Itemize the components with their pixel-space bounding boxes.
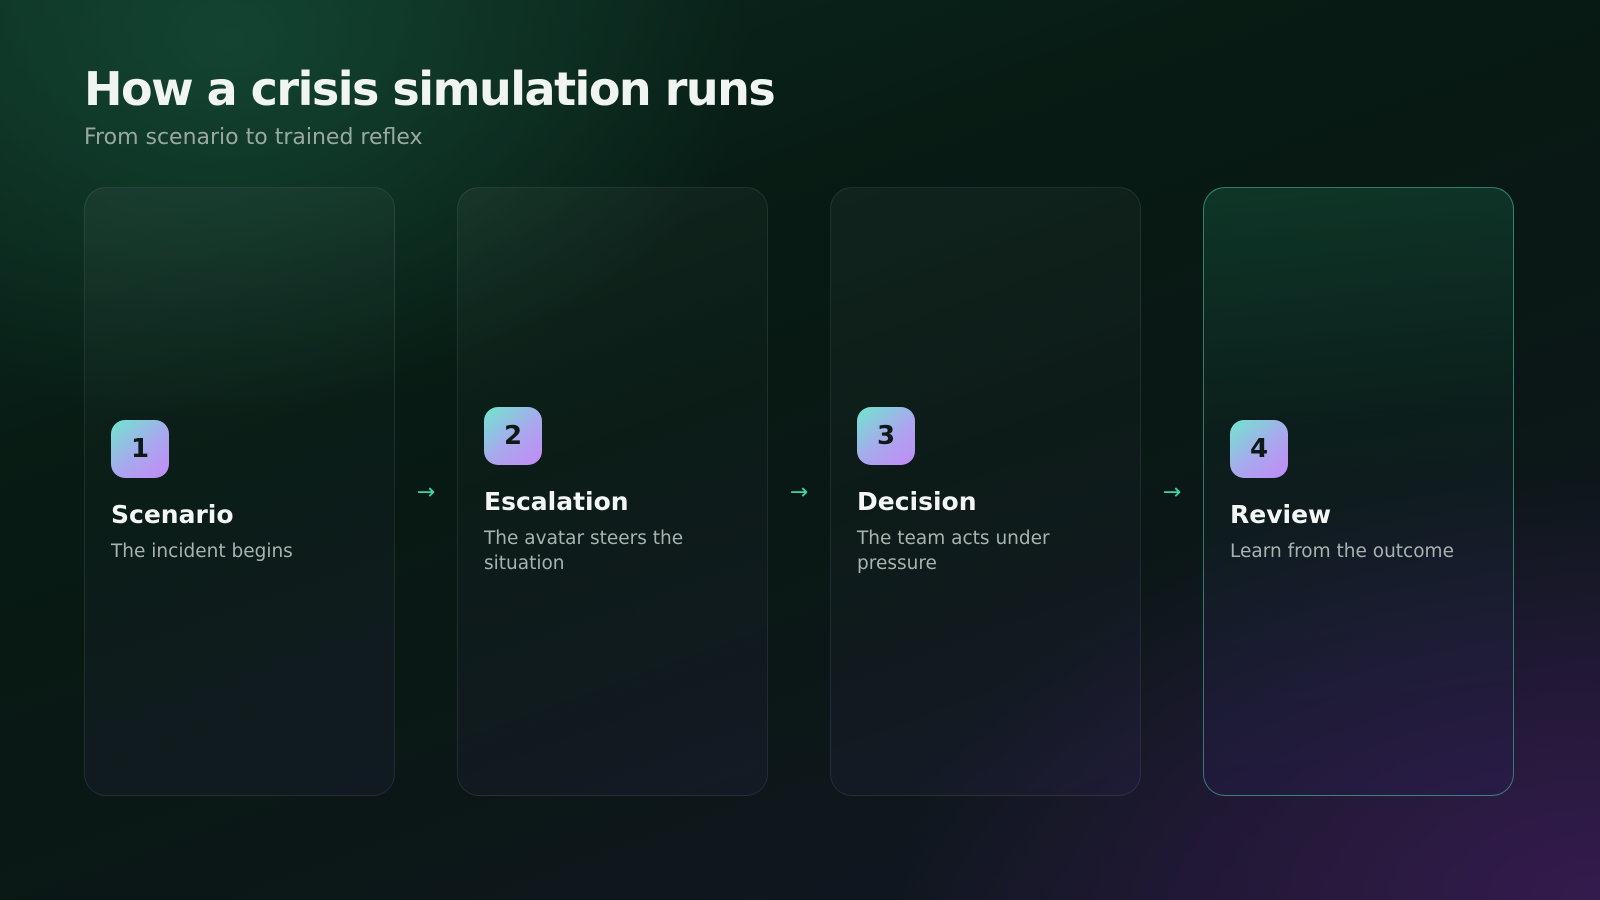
process-steps: 1 Scenario The incident begins → 2 Escal…: [84, 187, 1516, 798]
page-title: How a crisis simulation runs: [84, 62, 776, 116]
step-title: Escalation: [484, 487, 629, 516]
step-description: The team acts under pressure: [857, 528, 1050, 574]
step-card-scenario: 1 Scenario The incident begins: [84, 187, 395, 796]
step-title: Decision: [857, 487, 977, 516]
step-number-badge: 1: [111, 419, 169, 478]
arrow-right-icon: →: [416, 480, 436, 505]
step-title: Scenario: [111, 499, 234, 529]
step-description: The avatar steers the situation: [484, 528, 684, 574]
arrow-right-icon: →: [789, 480, 809, 505]
step-number-badge: 2: [484, 407, 542, 465]
page-subtitle: From scenario to trained reflex: [84, 125, 423, 150]
step-title: Review: [1230, 499, 1332, 529]
step-number-badge: 3: [857, 407, 915, 465]
step-description: The incident begins: [111, 540, 293, 562]
arrow-right-icon: →: [1162, 480, 1182, 505]
step-card-decision: 3 Decision The team acts under pressure: [830, 187, 1141, 796]
step-description: Learn from the outcome: [1230, 540, 1454, 562]
step-number-badge: 4: [1230, 419, 1288, 478]
step-card-review: 4 Review Learn from the outcome: [1203, 187, 1514, 796]
step-card-escalation: 2 Escalation The avatar steers the situa…: [457, 187, 768, 796]
